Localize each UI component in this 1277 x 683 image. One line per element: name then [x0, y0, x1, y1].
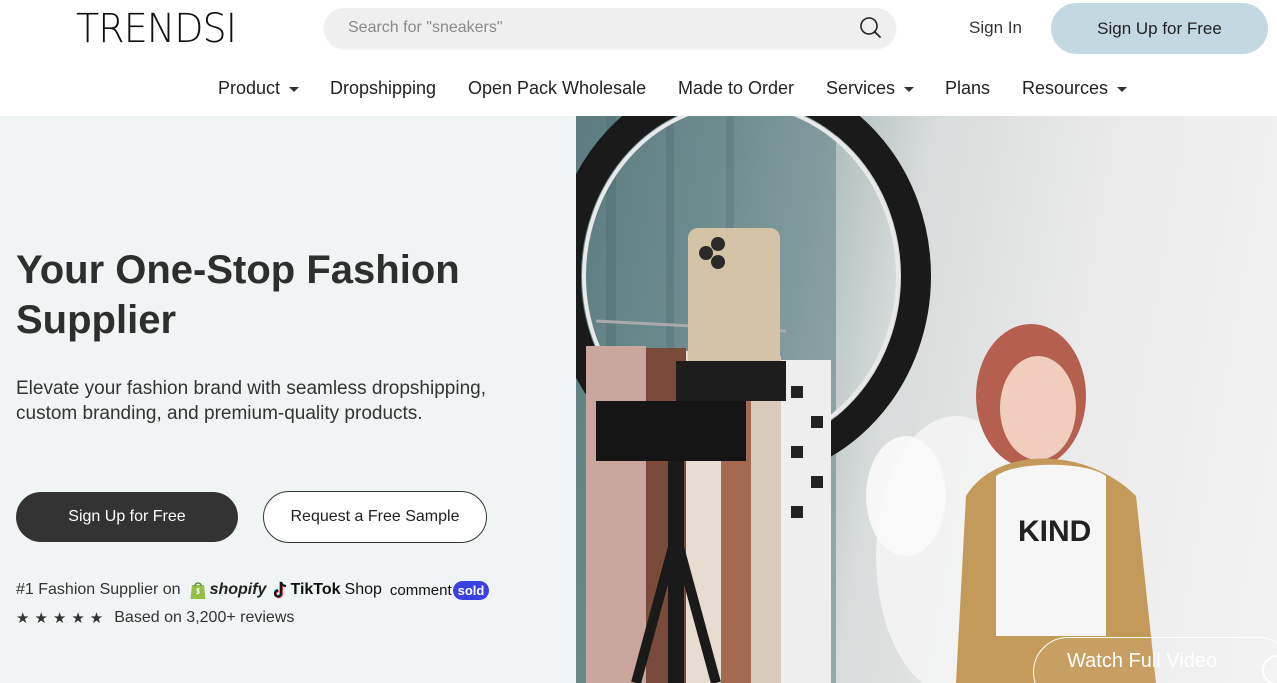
sign-in-link[interactable]: Sign In: [969, 18, 1022, 38]
site-header: TRENDSI Sign In Sign Up for Free Product…: [0, 0, 1277, 116]
chevron-down-icon: [289, 87, 300, 92]
nav-item-dropshipping[interactable]: Dropshipping: [330, 78, 436, 99]
shopify-bag-icon: [190, 582, 206, 599]
search-icon[interactable]: [858, 16, 882, 40]
tiktok-shop-logo: TikTok Shop: [274, 581, 382, 599]
hero-subhead: Elevate your fashion brand with seamless…: [16, 378, 486, 424]
nav-item-plans[interactable]: Plans: [945, 78, 990, 99]
hero-sign-up-button[interactable]: Sign Up for Free: [16, 492, 238, 542]
star-rating-icon: ★★★★★: [16, 610, 109, 627]
nav-item-label: Plans: [945, 78, 991, 98]
tiktok-shop-label: Shop: [344, 581, 382, 598]
nav-item-label: Made to Order: [678, 78, 795, 98]
search-bar[interactable]: [324, 8, 896, 48]
nav-item-made-to-order[interactable]: Made to Order: [678, 78, 794, 99]
tiktok-label: TikTok: [290, 581, 341, 598]
nav-item-label: Dropshipping: [330, 78, 437, 98]
shirt-text: KIND: [1018, 515, 1091, 548]
hero-scene-illustration: KIND: [576, 116, 1156, 683]
chevron-down-icon: [1117, 87, 1128, 92]
nav-item-open-pack-wholesale[interactable]: Open Pack Wholesale: [468, 78, 646, 99]
main-nav: Product Dropshipping Open Pack Wholesale…: [0, 78, 1277, 102]
reviews-count: Based on 3,200+ reviews: [114, 609, 295, 626]
chevron-down-icon: [904, 87, 915, 92]
nav-item-label: Services: [826, 78, 896, 98]
sign-up-button[interactable]: Sign Up for Free: [1051, 3, 1268, 54]
search-input[interactable]: [348, 8, 848, 48]
shopify-logo: shopify: [189, 580, 267, 600]
nav-item-label: Product: [218, 78, 281, 98]
nav-item-services[interactable]: Services: [826, 78, 915, 99]
request-sample-button[interactable]: Request a Free Sample: [263, 491, 487, 543]
commentsold-comment-label: comment: [389, 581, 452, 599]
reviews-summary: ★★★★★ Based on 3,200+ reviews: [16, 609, 294, 627]
nav-item-product[interactable]: Product: [218, 78, 300, 99]
watch-video-button[interactable]: Watch Full Video: [1033, 637, 1277, 683]
tiktok-icon: [274, 581, 287, 599]
hero-video-image[interactable]: KIND: [576, 116, 1277, 683]
commentsold-logo: comment sold: [389, 580, 490, 600]
supplier-platforms: #1 Fashion Supplier on shopify TikTok Sh…: [16, 577, 490, 603]
hero-headline: Your One-Stop Fashion Supplier: [16, 248, 460, 342]
commentsold-sold-badge: sold: [452, 580, 490, 600]
nav-item-label: Resources: [1022, 78, 1109, 98]
shopify-label: shopify: [209, 581, 267, 598]
nav-item-label: Open Pack Wholesale: [468, 78, 647, 98]
supplier-prefix: #1 Fashion Supplier on: [16, 581, 181, 598]
trendsi-logo[interactable]: TRENDSI: [76, 6, 237, 52]
nav-item-resources[interactable]: Resources: [1022, 78, 1128, 99]
